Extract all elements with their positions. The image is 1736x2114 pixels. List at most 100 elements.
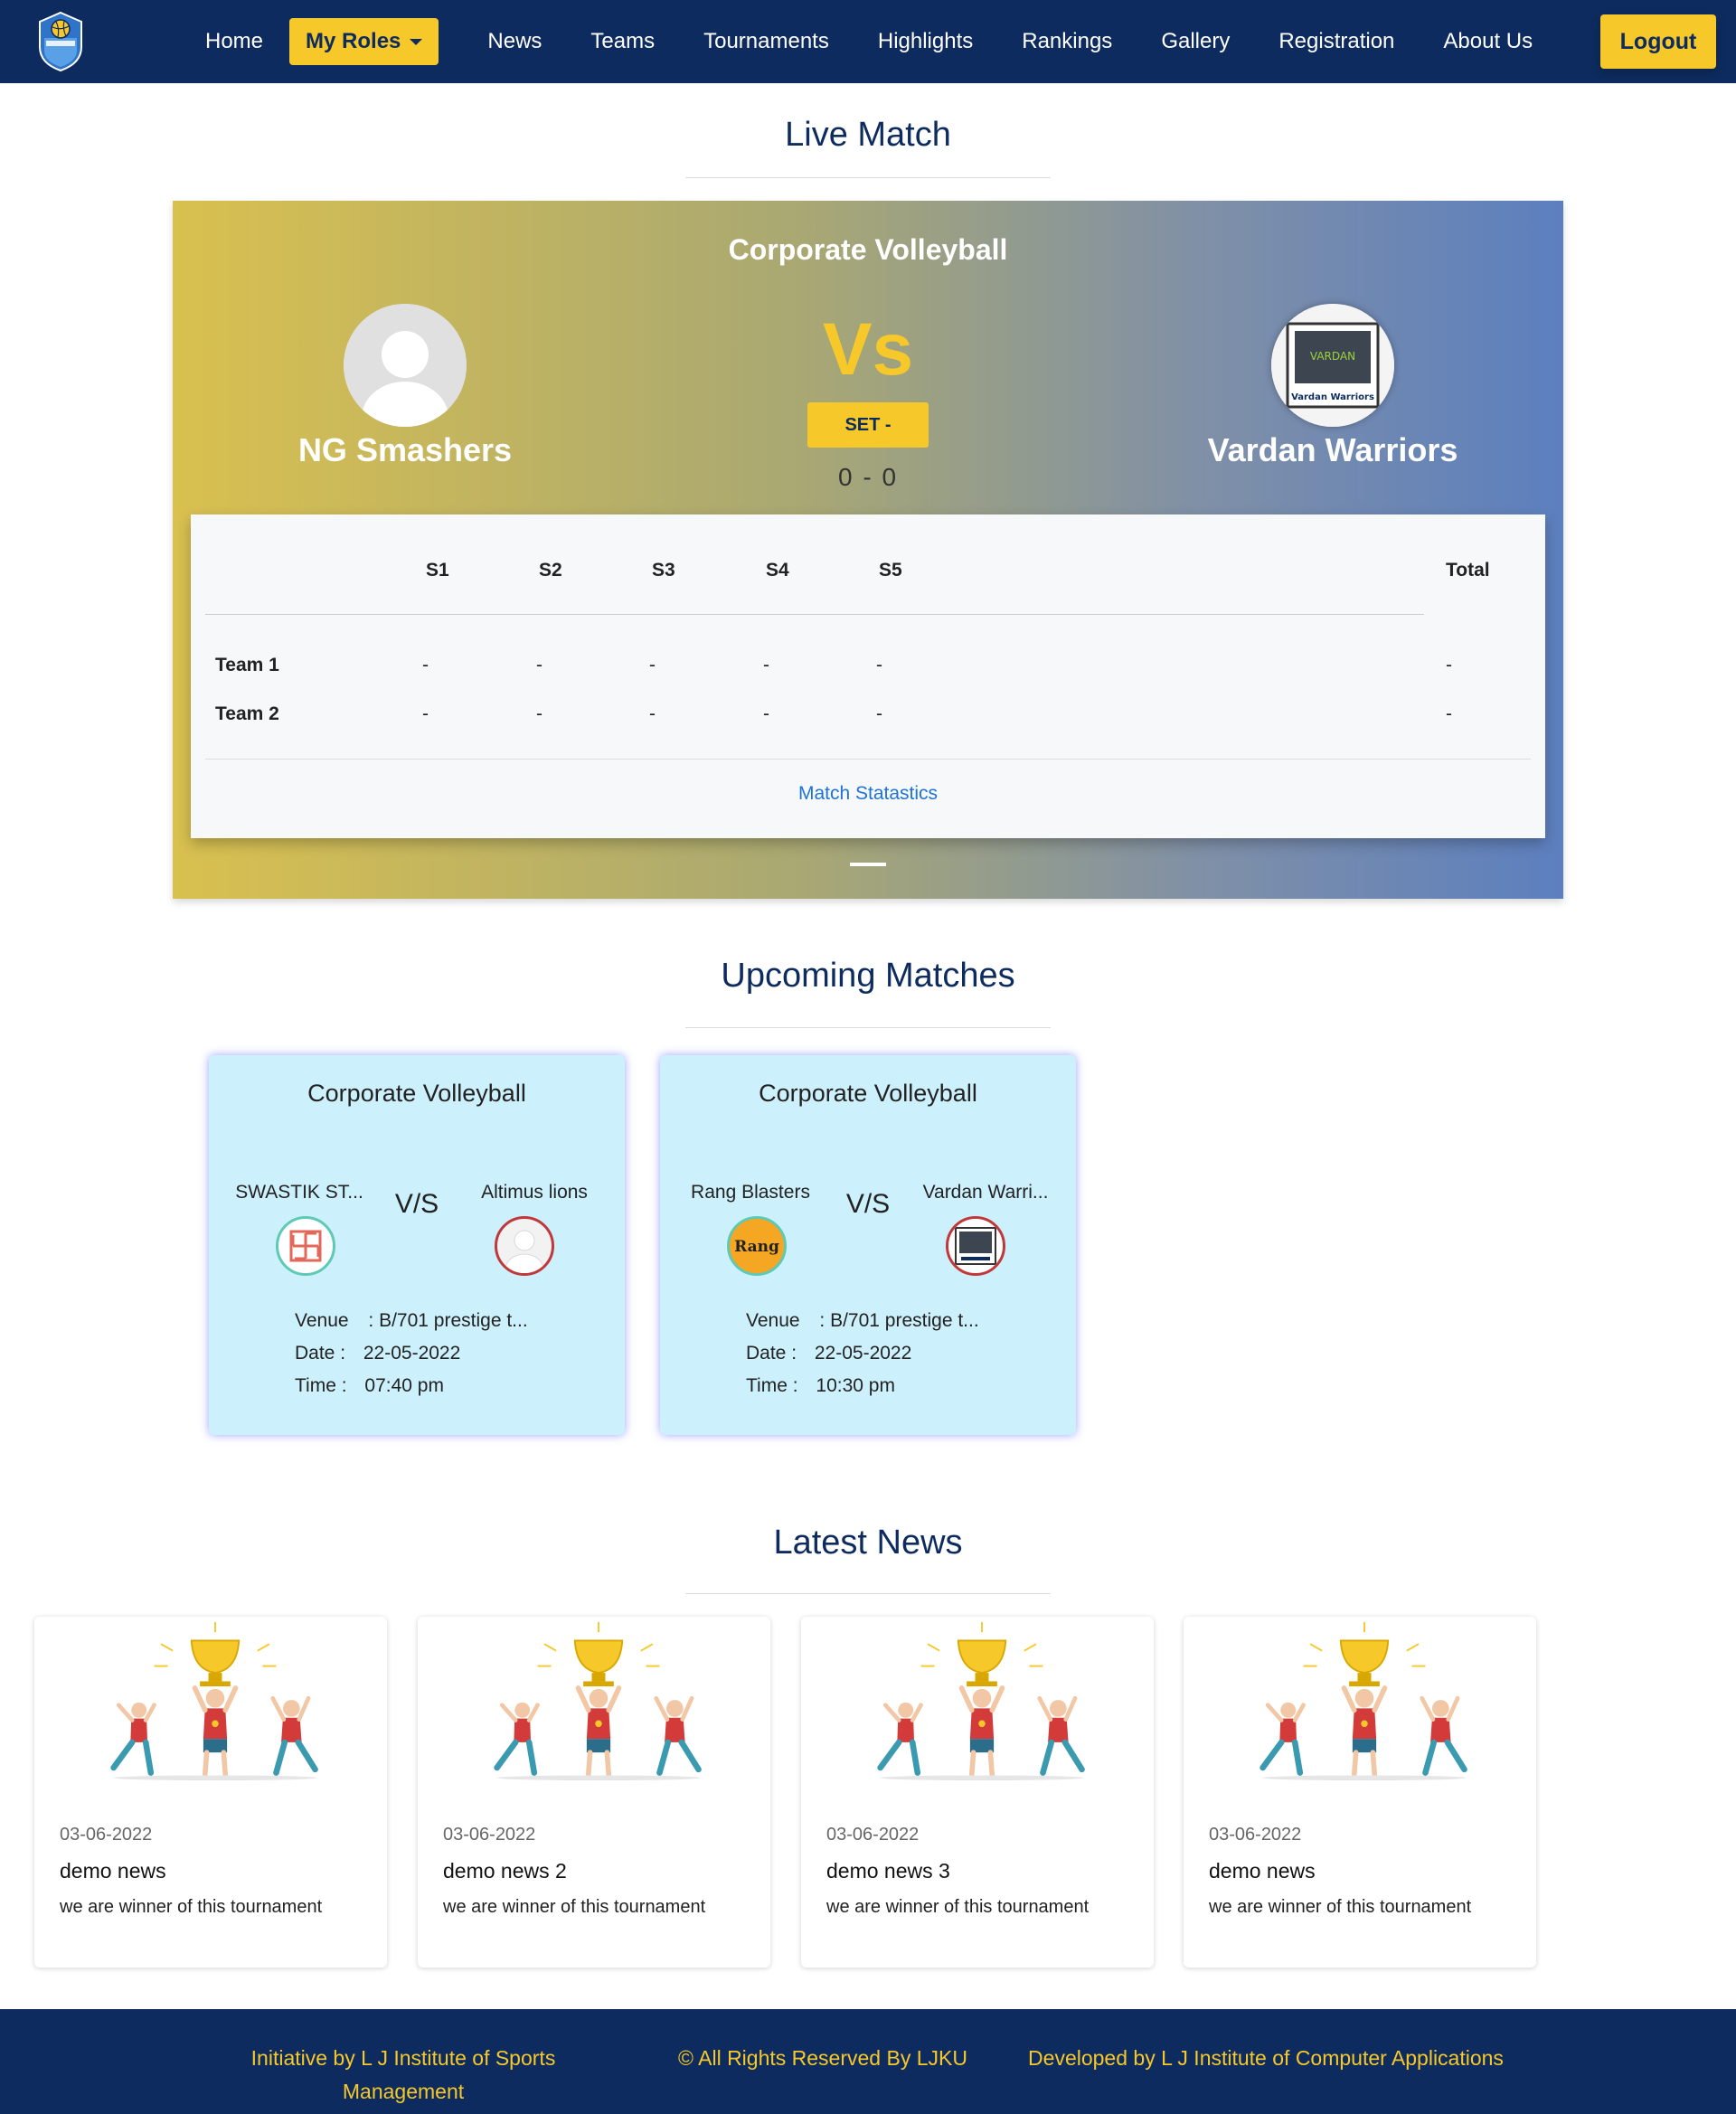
news-description: we are winner of this tournament [60,1897,323,1917]
time-value: 07:40 pm [364,1375,444,1396]
date-label: Date : [295,1343,346,1364]
rang-blasters-logo-icon: Rang [727,1216,787,1276]
news-title[interactable]: demo news [1209,1859,1316,1883]
news-description: we are winner of this tournament [443,1897,706,1917]
upcoming-match-card[interactable]: Corporate Volleyball Rang Blasters V/S V… [660,1055,1076,1435]
time-value: 10:30 pm [816,1375,895,1396]
team-1-total: - [1446,655,1452,675]
swastik-team-logo-icon [276,1216,335,1276]
svg-text:Rang: Rang [734,1238,779,1256]
team-2-set-2: - [536,703,542,724]
footer-initiative-text: Initiative by L J Institute of Sports Ma… [250,2046,556,2103]
nav-about-us[interactable]: About Us [1443,29,1533,54]
match-vs-label: V/S [394,1189,439,1219]
match-statistics-link[interactable]: Match Statastics [191,783,1545,805]
set-header-s5: S5 [879,560,902,580]
match-venue: Venue : B/701 prestige t... [295,1310,528,1332]
page-footer: Initiative by L J Institute of Sports Ma… [0,2009,1736,2114]
row-team-1-label: Team 1 [215,655,279,675]
total-header: Total [1446,560,1490,580]
vardan-warriors-logo-icon [946,1216,1005,1276]
top-navbar: Home My Roles News Teams Tournaments Hig… [0,0,1736,83]
logout-button[interactable]: Logout [1600,14,1716,69]
set-header-s2: S2 [539,560,562,580]
svg-text:Vardan Warriors: Vardan Warriors [1291,392,1374,402]
news-card[interactable]: 03-06-2022 demo news we are winner of th… [34,1617,387,1968]
team-2-set-5: - [876,703,882,724]
team-2-set-3: - [649,703,656,724]
user-placeholder-icon [495,1216,554,1276]
latest-news-heading: Latest News [773,1524,963,1562]
winners-illustration [454,1620,743,1781]
winners-illustration [837,1620,1127,1781]
news-card[interactable]: 03-06-2022 demo news 3 we are winner of … [801,1617,1154,1968]
news-date: 03-06-2022 [60,1825,153,1845]
row-team-2-label: Team 2 [215,703,279,724]
nav-my-roles-label: My Roles [306,29,401,53]
nav-registration[interactable]: Registration [1278,29,1394,54]
live-match-heading: Live Match [785,116,951,154]
news-date: 03-06-2022 [443,1825,536,1845]
team-right-name: Vardan Warriors [1207,431,1458,468]
upcoming-matches-heading: Upcoming Matches [721,957,1015,995]
match-date: Date : 22-05-2022 [746,1343,911,1364]
vardan-warriors-logo-icon: VARDAN Vardan Warriors [1271,304,1394,427]
news-date: 03-06-2022 [1209,1825,1302,1845]
news-card[interactable]: 03-06-2022 demo news 2 we are winner of … [418,1617,770,1968]
set-header-s1: S1 [426,560,449,580]
nav-home[interactable]: Home [205,29,263,54]
match-vs-label: V/S [845,1189,891,1219]
team-right-avatar: VARDAN Vardan Warriors [1271,304,1394,427]
team-1-set-3: - [649,655,656,675]
upcoming-match-card[interactable]: Corporate Volleyball SWASTIK ST... V/S A… [209,1055,625,1435]
volleyball-logo-icon[interactable] [36,11,85,72]
nav-my-roles-dropdown[interactable]: My Roles [289,18,439,65]
set-header-s4: S4 [766,560,789,580]
match-team-1-name: Rang Blasters [691,1182,810,1203]
match-time: Time : 10:30 pm [746,1375,895,1397]
news-title[interactable]: demo news 3 [826,1859,950,1883]
heading-divider [685,1593,1051,1594]
team-1-set-4: - [763,655,769,675]
nav-rankings[interactable]: Rankings [1022,29,1112,54]
news-description: we are winner of this tournament [826,1897,1090,1917]
venue-value: : B/701 prestige t... [819,1310,979,1331]
nav-teams[interactable]: Teams [590,29,655,54]
news-date: 03-06-2022 [826,1825,920,1845]
news-card[interactable]: 03-06-2022 demo news we are winner of th… [1184,1617,1536,1968]
team-1-set-2: - [536,655,542,675]
match-date: Date : 22-05-2022 [295,1343,460,1364]
match-venue: Venue : B/701 prestige t... [746,1310,979,1332]
team-2-set-4: - [763,703,769,724]
carousel-indicator[interactable] [850,863,886,866]
caret-down-icon [410,38,423,45]
footer-copyright-text: © All Rights Reserved By LJKU [678,2046,967,2070]
team-1-set-1: - [422,655,429,675]
winners-illustration [1220,1620,1509,1781]
set-score-table: S1 S2 S3 S4 S5 Total Team 1 - - - - - - … [191,514,1545,838]
match-team-1-name: SWASTIK ST... [235,1182,363,1203]
team-2-total: - [1446,703,1452,724]
table-header-divider [205,614,1424,615]
winners-illustration [71,1620,360,1781]
heading-divider [685,177,1051,178]
news-title[interactable]: demo news 2 [443,1859,567,1883]
nav-tournaments[interactable]: Tournaments [703,29,829,54]
time-label: Time : [746,1375,798,1396]
time-label: Time : [295,1375,347,1396]
venue-value: : B/701 prestige t... [368,1310,528,1331]
team-2-set-1: - [422,703,429,724]
news-title[interactable]: demo news [60,1859,166,1883]
table-footer-divider [205,759,1531,760]
nav-highlights[interactable]: Highlights [878,29,973,54]
team-1-set-5: - [876,655,882,675]
nav-gallery[interactable]: Gallery [1161,29,1230,54]
live-tournament-name: Corporate Volleyball [728,233,1008,266]
nav-news[interactable]: News [487,29,542,54]
date-value: 22-05-2022 [814,1343,912,1364]
news-description: we are winner of this tournament [1209,1897,1472,1917]
svg-text:VARDAN: VARDAN [1310,350,1355,363]
live-match-card: Corporate Volleyball NG Smashers Vs SET … [173,201,1563,899]
match-team-2-name: Vardan Warri... [922,1182,1049,1203]
venue-label: Venue [295,1310,349,1331]
